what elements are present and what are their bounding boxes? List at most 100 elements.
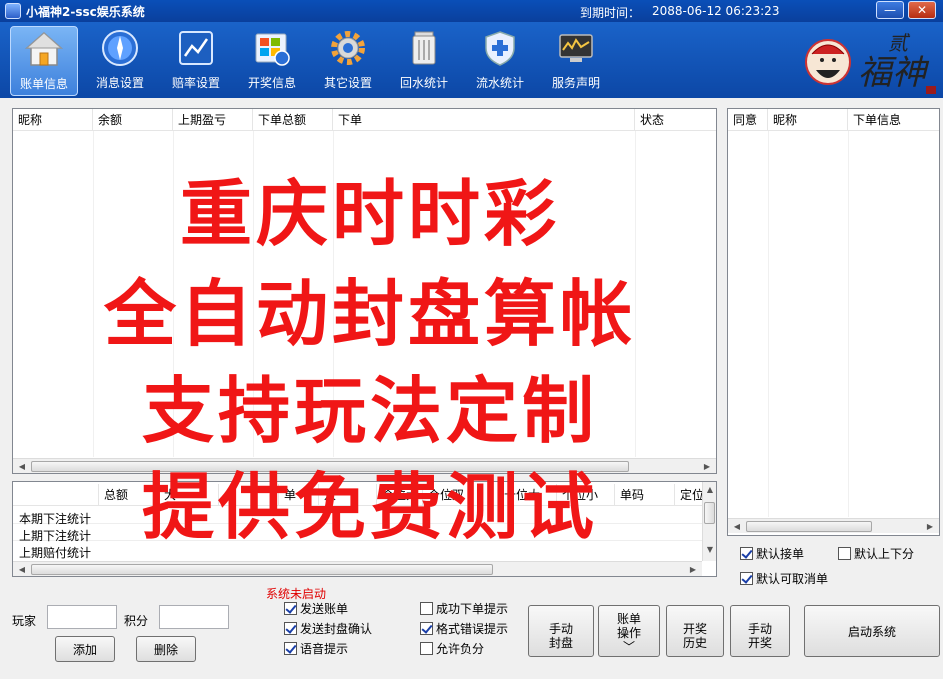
tab-flow-stats[interactable]: 流水统计 [466,26,534,96]
column-header[interactable]: 下单总额 [253,109,333,131]
checkbox-box[interactable] [420,642,433,655]
checkbox-box[interactable] [284,622,297,635]
bill-grid-header: 昵称 余额 上期盈亏 下单总额 下单 状态 [13,109,716,131]
stats-row-label: 上期赔付统计 [19,546,92,560]
scroll-thumb[interactable] [31,564,493,575]
bill-grid: 昵称 余额 上期盈亏 下单总额 下单 状态 ◀ ▶ [12,108,717,474]
scroll-right-icon[interactable]: ▶ [686,562,700,577]
home-icon [25,31,63,66]
column-header[interactable]: 个位大 [377,484,423,506]
column-header[interactable]: 余额 [93,109,173,131]
column-header[interactable]: 双 [319,484,377,506]
tab-message-settings[interactable]: 消息设置 [86,26,154,96]
player-input[interactable] [47,605,117,629]
stats-grid-vscrollbar[interactable]: ▲ ▼ [702,482,716,561]
add-button[interactable]: 添加 [55,636,115,662]
auto-cancel-checkbox[interactable]: 默认可取消单 [740,570,828,587]
column-header[interactable]: 下单信息 [848,109,939,131]
grid-line [13,523,702,524]
column-header[interactable]: 十位大 [499,484,557,506]
column-header[interactable]: 上期盈亏 [173,109,253,131]
shield-icon [485,31,515,66]
delete-button[interactable]: 删除 [136,636,196,662]
column-header[interactable]: 单码 [615,484,675,506]
allow-negative-checkbox[interactable]: 允许负分 [420,640,484,657]
column-header[interactable]: 状态 [635,109,716,131]
checkbox-box[interactable] [284,602,297,615]
auto-accept-checkbox[interactable]: 默认接单 [740,545,804,562]
tab-draw-info[interactable]: 开奖信息 [238,26,306,96]
bill-grid-hscrollbar[interactable]: ◀ ▶ [13,458,716,473]
checkbox-label: 默认上下分 [854,547,915,561]
voice-prompt-checkbox[interactable]: 语音提示 [284,640,348,657]
column-header[interactable]: 大 [159,484,219,506]
column-header[interactable]: 昵称 [768,109,848,131]
success-prompt-checkbox[interactable]: 成功下单提示 [420,600,508,617]
scroll-left-icon[interactable]: ◀ [15,459,29,474]
scroll-left-icon[interactable]: ◀ [730,519,744,534]
grid-line [848,131,849,517]
checkbox-box[interactable] [740,572,753,585]
checkbox-box[interactable] [420,602,433,615]
column-header[interactable]: 昵称 [13,109,93,131]
manual-draw-button[interactable]: 手动 开奖 [730,605,790,657]
stats-grid-hscrollbar[interactable]: ◀ ▶ [13,561,702,576]
scroll-thumb[interactable] [746,521,872,532]
bill-operation-button[interactable]: 账单 操作 ﹀ [598,605,660,657]
manual-close-button[interactable]: 手动 封盘 [528,605,594,657]
grid-line [768,131,769,517]
button-line: 封盘 [548,635,573,650]
grid-line [93,131,94,457]
column-header[interactable]: 同意 [728,109,768,131]
windows-refresh-icon [255,33,290,66]
column-header[interactable]: 总额 [99,484,159,506]
grid-line [13,540,702,541]
score-input[interactable] [159,605,229,629]
tab-other-settings[interactable]: 其它设置 [314,26,382,96]
column-header[interactable]: 个位双 [423,484,499,506]
column-header[interactable]: 单 [279,484,319,506]
scroll-right-icon[interactable]: ▶ [700,459,714,474]
scroll-up-icon[interactable]: ▲ [703,484,717,496]
stats-grid-header: 总额 大 小 单 双 个位大 个位双 十位大 个位小 单码 定位 [13,484,702,506]
tab-rebate-stats[interactable]: 回水统计 [390,26,458,96]
scroll-left-icon[interactable]: ◀ [15,562,29,577]
logo-small-text: 贰 [888,31,911,55]
main-toolbar: 账单信息 消息设置 赔率设置 开奖信息 其它设置 回水统计 流水统计 服务声明 … [0,22,943,98]
checkbox-label: 语音提示 [300,642,349,656]
scroll-down-icon[interactable]: ▼ [703,544,717,556]
checkbox-box[interactable] [420,622,433,635]
stats-row-label: 上期下注统计 [19,529,92,543]
auto-updown-checkbox[interactable]: 默认上下分 [838,545,914,562]
column-header[interactable]: 定位 [675,484,702,506]
column-header[interactable]: 小 [219,484,279,506]
send-bill-checkbox[interactable]: 发送账单 [284,600,348,617]
checkbox-box[interactable] [740,547,753,560]
checkbox-box[interactable] [838,547,851,560]
send-close-confirm-checkbox[interactable]: 发送封盘确认 [284,620,372,637]
scroll-thumb[interactable] [704,502,715,524]
window-title: 小福神2-ssc娱乐系统 [26,5,145,19]
checkbox-label: 允许负分 [436,642,485,656]
draw-history-button[interactable]: 开奖 历史 [666,605,724,657]
tab-service-statement[interactable]: 服务声明 [542,26,610,96]
tab-odds-settings[interactable]: 赔率设置 [162,26,230,96]
scroll-thumb[interactable] [31,461,629,472]
tab-label: 消息设置 [95,76,144,90]
format-error-prompt-checkbox[interactable]: 格式错误提示 [420,620,508,637]
column-header [13,484,99,506]
start-system-button[interactable]: 启动系统 [804,605,940,657]
tab-label: 账单信息 [19,77,68,91]
column-header[interactable]: 个位小 [557,484,615,506]
scroll-right-icon[interactable]: ▶ [923,519,937,534]
minimize-button[interactable]: — [876,1,904,19]
order-grid-hscrollbar[interactable]: ◀ ▶ [728,518,939,533]
column-header[interactable]: 下单 [333,109,635,131]
tab-bill-info[interactable]: 账单信息 [10,26,78,96]
close-button[interactable]: ✕ [908,1,936,19]
order-grid: 同意 昵称 下单信息 ◀ ▶ [727,108,940,536]
button-line: 账单 [616,611,641,626]
score-label: 积分 [124,614,149,628]
checkbox-label: 成功下单提示 [436,602,509,616]
checkbox-box[interactable] [284,642,297,655]
